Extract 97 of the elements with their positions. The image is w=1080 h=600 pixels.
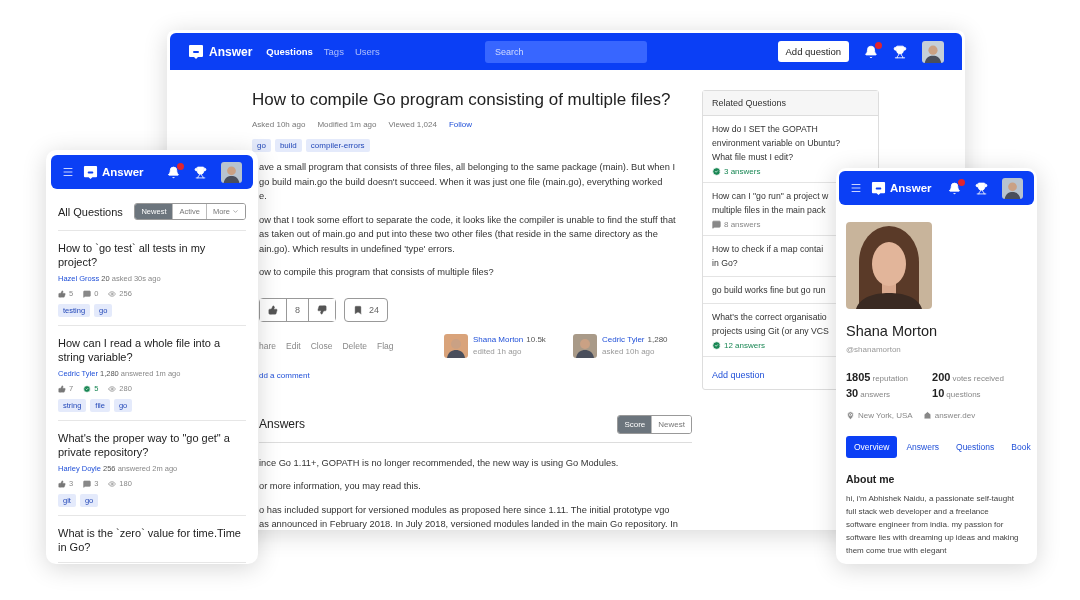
post-action-link[interactable]: Edit: [286, 340, 301, 351]
answer-count: 3 answers: [724, 167, 761, 176]
answer-paragraph: or more information, you may read this.: [259, 480, 422, 493]
stat-value: 30: [846, 387, 859, 399]
avatar-icon: [922, 40, 944, 63]
thumbs-down-icon: [317, 304, 327, 315]
menu-icon[interactable]: [850, 182, 862, 194]
stat-label: votes received: [952, 374, 1005, 383]
answer-paragraph: ince Go 1.11+, GOPATH is no longer recommended, the new way is using Go Modules.: [259, 456, 620, 470]
logo-icon: [871, 180, 886, 196]
nav-link[interactable]: Tags: [323, 46, 344, 57]
answer-count: 12 answers: [724, 341, 765, 350]
question-paragraph: ow that I took some effort to separate the code, it looks like the compiler is unable to find the stuff that as taken out of main.go and put into these two other files (that reside in the same directory as the ain.go). Which results in undefined 'type' errors.: [259, 213, 677, 256]
profile-tab[interactable]: Questions: [948, 436, 1003, 458]
question-meta: Asked 10h ago: [252, 120, 306, 129]
question-meta: Viewed 1,024: [388, 120, 437, 129]
trophy-icon[interactable]: [893, 44, 907, 59]
tag[interactable]: go: [252, 139, 271, 152]
post-action-link[interactable]: Delete: [342, 340, 367, 351]
profile-name: Shana Morton: [846, 323, 939, 339]
nav-link[interactable]: Users: [354, 46, 380, 57]
logo-icon: [83, 164, 98, 180]
eye-icon: [108, 289, 117, 298]
post-action-link[interactable]: Flag: [377, 340, 394, 351]
question-title: How to compile Go program consisting of multiple files?: [252, 90, 672, 110]
nav-link[interactable]: Questions: [266, 46, 313, 57]
stat-label: questions: [946, 390, 981, 399]
related-question-link[interactable]: How do I SET the GOPATH environment variable on Ubuntu? What file must I edit?: [712, 122, 840, 164]
trophy-icon[interactable]: [194, 165, 207, 179]
question-paragraph: ow to compile this program that consists of multiple files?: [259, 266, 495, 279]
bookmark-icon: [353, 304, 363, 315]
question-link[interactable]: How can I read a whole file into a string variable?: [58, 336, 246, 364]
location-text: New York, USA: [858, 411, 913, 420]
avatar-icon: [573, 333, 597, 358]
stat-value: 200: [932, 371, 951, 383]
follow-link[interactable]: Follow: [448, 120, 472, 129]
user-reputation: 1,280: [647, 335, 668, 344]
question-link[interactable]: What's the proper way to "go get" a private repository?: [58, 431, 246, 459]
downvote-button[interactable]: [308, 298, 335, 321]
related-question-link[interactable]: What's the correct organisatio projects using Git (or any VCS: [712, 310, 829, 338]
thumbs-up-icon: [268, 304, 278, 315]
post-time: edited 1h ago: [473, 347, 523, 356]
profile-tab[interactable]: Answers: [898, 436, 948, 458]
app-logo-text: Answer: [102, 166, 144, 178]
add-comment-link[interactable]: dd a comment: [259, 370, 310, 380]
profile-handle: @shanamorton: [846, 345, 902, 354]
related-question-link[interactable]: How to check if a map contai in Go?: [712, 242, 824, 270]
website-text: answer.dev: [934, 411, 976, 420]
stat-label: answers: [860, 390, 891, 399]
menu-icon[interactable]: [62, 166, 74, 178]
home-icon: [922, 411, 932, 420]
post-action-link[interactable]: Close: [310, 340, 333, 351]
page-title: All Questions: [58, 205, 123, 218]
thumbs-up-icon: [58, 289, 66, 298]
location-icon: [846, 411, 855, 420]
profile-tab[interactable]: Book: [1003, 436, 1037, 458]
question-meta: Modified 1m ago: [317, 120, 377, 129]
add-question-button[interactable]: Add question: [777, 41, 849, 62]
thumbs-up-icon: [58, 384, 66, 393]
bookmark-button[interactable]: 24: [344, 297, 389, 322]
stat-value: 10: [932, 387, 945, 399]
answer-count: 8 answers: [724, 220, 761, 229]
add-question-link[interactable]: Add question: [712, 370, 765, 380]
trophy-icon[interactable]: [975, 181, 988, 195]
avatar-icon: [1002, 177, 1023, 199]
answer-paragraph: o has included support for versioned modules as proposed here since 1.11. The initial prototype vgo as announced in February 2018. In July 2018, versioned modules landed in the main Go repository. In: [259, 503, 679, 530]
user-reputation: 10.5k: [526, 335, 546, 344]
related-question-link[interactable]: go build works fine but go run: [712, 283, 826, 297]
tag[interactable]: build: [274, 139, 302, 152]
post-time: asked 10h ago: [602, 347, 656, 356]
user-name-link[interactable]: Shana Morton: [473, 335, 524, 344]
avatar-icon: [444, 333, 468, 358]
post-action-link[interactable]: hare: [259, 340, 276, 351]
about-text: hi, i'm Abhishek Naidu, a passionate self-taught full stack web developer and a freelance software engineer from india. my passion for software lies with dreaming up ideas and making them come true with elegant: [846, 493, 1020, 557]
avatar-icon: [221, 161, 242, 183]
sort-tab[interactable]: Newest: [651, 415, 691, 433]
user-name-link[interactable]: Cedric Tyler: [602, 335, 645, 344]
panel-title: Related Questions: [703, 91, 878, 116]
tag[interactable]: compiler-errors: [305, 139, 370, 152]
profile-tab[interactable]: Overview: [846, 436, 898, 458]
search-field[interactable]: Search: [485, 40, 647, 63]
thumbs-up-icon: [58, 479, 66, 488]
about-heading: About me: [846, 473, 896, 485]
stat-value: 1805: [846, 371, 871, 383]
eye-icon: [108, 384, 117, 393]
eye-icon: [108, 479, 117, 488]
stat-label: reputation: [872, 374, 909, 383]
question-link[interactable]: How to `go test` all tests in my project?: [58, 241, 246, 269]
answers-heading: Answers: [259, 417, 305, 431]
app-logo-text: Answer: [209, 44, 253, 59]
caret-icon: [232, 208, 239, 215]
related-question-link[interactable]: How can I "go run" a project w multiple files in the main pack: [712, 189, 829, 217]
question-link[interactable]: What is the `zero` value for time.Time in Go?: [58, 526, 246, 554]
sort-tab[interactable]: Score: [618, 415, 652, 433]
logo-icon: [188, 43, 204, 60]
app-logo-text: Answer: [890, 182, 932, 194]
question-paragraph: ave a small program that consists of three files, all belonging to the same package (main). But when I go build main.go the build doesn't succeed. When it was just one file (main.go), everything worked e.: [259, 161, 676, 203]
